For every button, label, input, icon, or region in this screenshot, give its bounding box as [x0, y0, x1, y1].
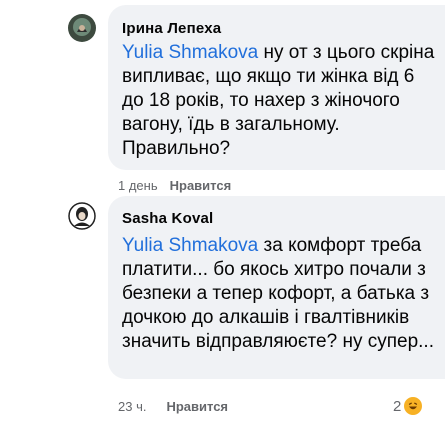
- avatar[interactable]: [68, 14, 96, 42]
- like-button[interactable]: Нравится: [170, 178, 232, 193]
- comment-actions: 23 ч. Нравится: [118, 399, 228, 414]
- mention-link[interactable]: Yulia Shmakova: [122, 42, 258, 63]
- reaction-summary[interactable]: 2: [393, 396, 424, 416]
- comment-author[interactable]: Sasha Koval: [122, 210, 213, 227]
- comment-bubble: Ірина Лепеха Yulia Shmakova ну от з цьог…: [108, 5, 445, 170]
- comment-text: Yulia Shmakova за комфорт треба платити.…: [122, 234, 441, 354]
- like-button[interactable]: Нравится: [166, 399, 228, 414]
- comment-text: Yulia Shmakova ну от з цього скріна випл…: [122, 41, 441, 161]
- avatar-image: [68, 14, 96, 42]
- comment-bubble: Sasha Koval Yulia Shmakova за комфорт тр…: [108, 196, 445, 379]
- comment-timestamp[interactable]: 23 ч.: [118, 399, 146, 414]
- haha-emoji-icon: [403, 396, 424, 416]
- avatar-image: [68, 202, 96, 230]
- reaction-count: 2: [393, 397, 402, 415]
- comment-author[interactable]: Ірина Лепеха: [122, 20, 221, 37]
- avatar[interactable]: [68, 202, 96, 230]
- comment-timestamp[interactable]: 1 день: [118, 178, 158, 193]
- comment-actions: 1 день Нравится: [118, 178, 231, 193]
- mention-link[interactable]: Yulia Shmakova: [122, 235, 258, 256]
